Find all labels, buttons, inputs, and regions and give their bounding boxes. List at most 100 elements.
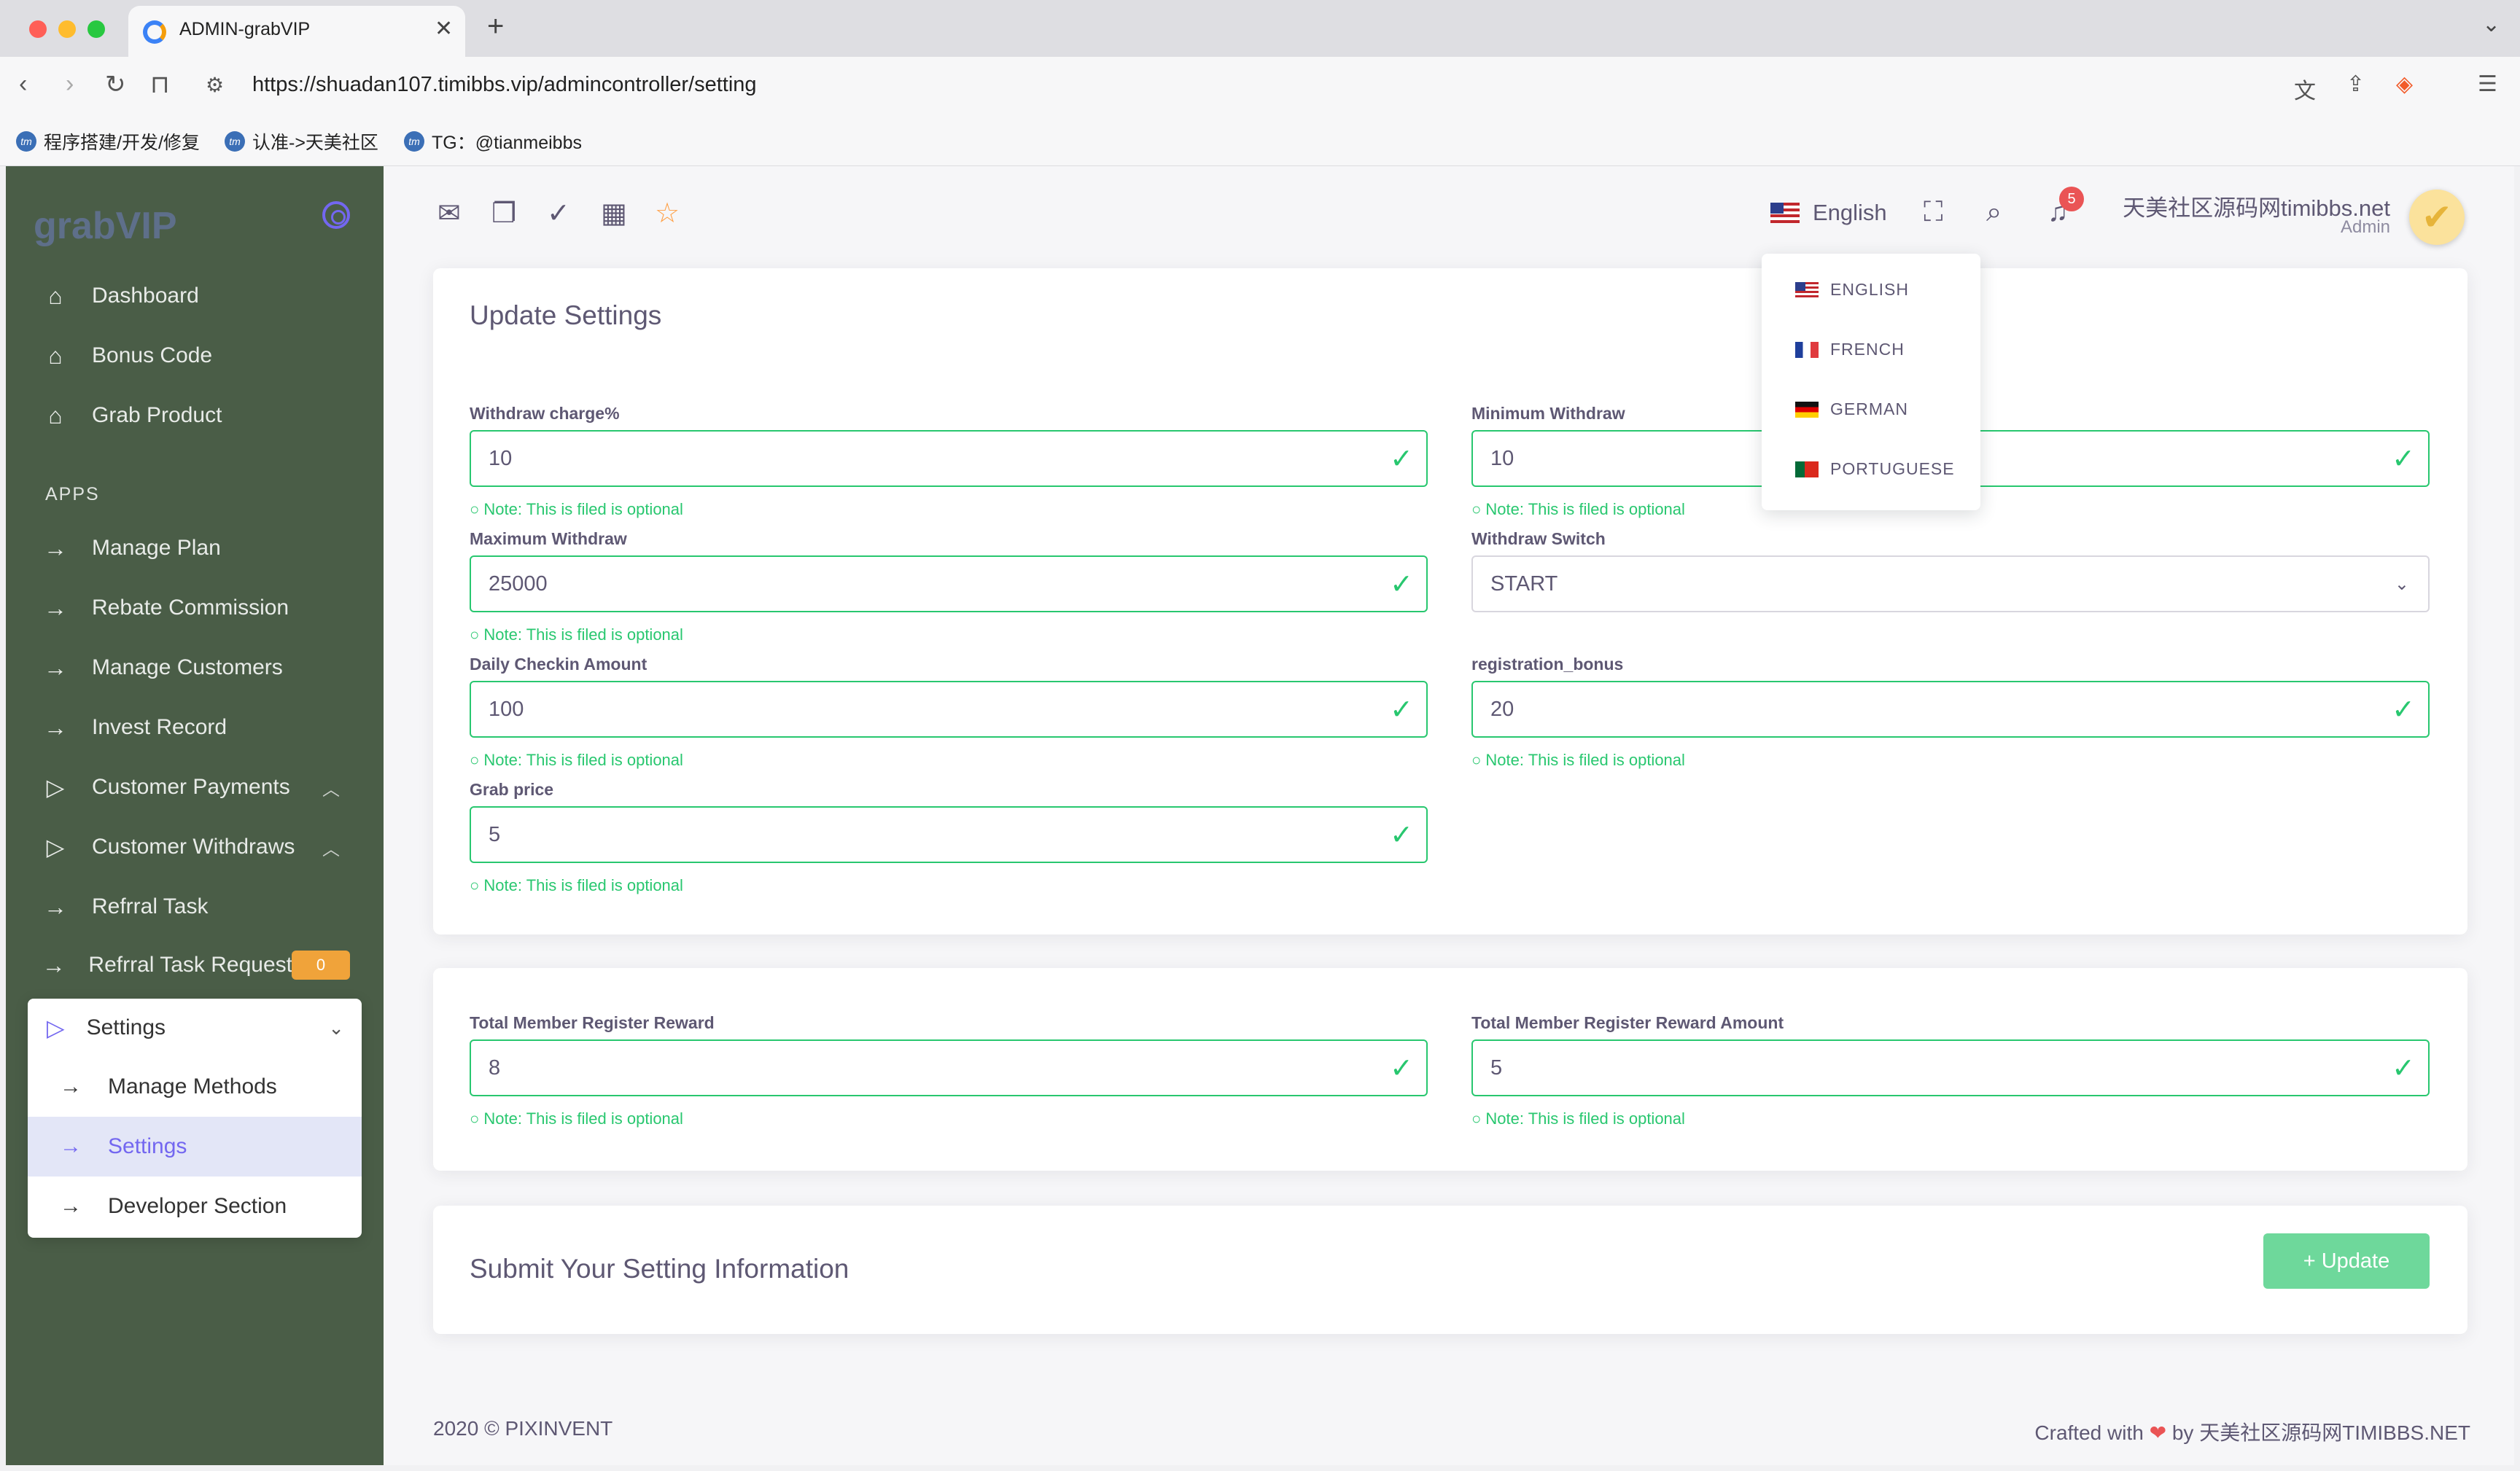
bookmark-icon: tm (404, 131, 424, 152)
check-icon: ✓ (2392, 694, 2415, 725)
check-icon: ✓ (1390, 819, 1413, 851)
total-member-reward-amount-input[interactable]: 5 ✓ (1471, 1039, 2430, 1096)
avatar[interactable]: ✔ (2409, 190, 2465, 245)
user-role: Admin (2340, 217, 2390, 237)
arrow-right-icon: → (44, 594, 67, 621)
sidebar-item-bonus-code[interactable]: ⌂ Bonus Code (41, 334, 362, 378)
sidebar-item-rebate-commission[interactable]: → Rebate Commission (41, 586, 362, 630)
field-label: Total Member Register Reward Amount (1471, 1013, 1784, 1032)
withdraw-switch-select[interactable]: START ⌄ (1471, 555, 2430, 612)
language-option-english[interactable]: ENGLISH (1795, 280, 1909, 300)
pt-flag-icon (1795, 461, 1819, 477)
favicon-icon (143, 20, 166, 44)
field-label: Withdraw Switch (1471, 529, 1606, 548)
brave-shield-icon[interactable]: ◈ (2396, 71, 2413, 97)
translate-icon[interactable]: 文 (2294, 73, 2316, 105)
language-option-portuguese[interactable]: PORTUGUESE (1795, 459, 1955, 479)
language-option-german[interactable]: GERMAN (1795, 399, 1908, 419)
sidebar-section-heading: APPS (45, 484, 100, 504)
withdraw-charge-input[interactable]: 10 ✓ (470, 430, 1428, 487)
bookmark-icon: tm (16, 131, 36, 152)
sidebar-item-dashboard[interactable]: ⌂ Dashboard (41, 274, 362, 318)
share-icon[interactable]: ⇪ (2346, 71, 2365, 97)
browser-tab[interactable]: ADMIN-grabVIP ✕ (128, 6, 465, 57)
daily-checkin-input[interactable]: 100 ✓ (470, 681, 1428, 738)
fullscreen-icon[interactable]: ⛶ (1924, 197, 1943, 228)
sidebar-item-invest-record[interactable]: → Invest Record (41, 706, 362, 749)
search-icon[interactable]: ⌕ (1986, 197, 2002, 228)
language-selector[interactable]: English (1770, 200, 1887, 226)
sidebar-item-manage-customers[interactable]: → Manage Customers (41, 646, 362, 690)
window-zoom-button[interactable] (88, 20, 105, 38)
sidebar-item-customer-withdraws[interactable]: ▷ Customer Withdraws ︿ (41, 825, 362, 869)
check-icon: ✓ (2392, 1053, 2415, 1084)
play-icon: ▷ (47, 1015, 65, 1041)
forward-icon[interactable]: › (66, 70, 74, 98)
field-note: ○ Note: This is filed is optional (470, 1109, 683, 1128)
address-bar[interactable]: https://shuadan107.timibbs.vip/admincont… (252, 73, 757, 97)
sidebar-item-settings-active[interactable]: → Settings (28, 1117, 362, 1177)
check-icon: ✓ (1390, 443, 1413, 475)
back-icon[interactable]: ‹ (19, 70, 27, 98)
menu-icon[interactable]: ☰ (2478, 71, 2497, 97)
sidebar-item-refrral-task-requests[interactable]: → Refrral Task Requests (41, 943, 303, 987)
arrow-right-icon: → (44, 714, 67, 741)
field-label: Grab price (470, 780, 554, 799)
field-label: registration_bonus (1471, 655, 1624, 674)
bookmark-icon[interactable]: ⊓ (150, 70, 170, 99)
reward-settings-card: Total Member Register Reward 8 ✓ ○ Note: … (433, 968, 2468, 1171)
close-icon[interactable]: ✕ (435, 16, 453, 42)
sidebar-item-grab-product[interactable]: ⌂ Grab Product (41, 394, 362, 437)
language-option-french[interactable]: FRENCH (1795, 340, 1905, 359)
count-badge: 0 (292, 951, 350, 980)
check-icon: ✓ (1390, 569, 1413, 600)
arrow-right-icon: → (60, 1074, 82, 1099)
play-icon: ▷ (46, 774, 65, 800)
update-button[interactable]: + Update (2263, 1233, 2430, 1289)
arrow-right-icon: → (60, 1194, 82, 1218)
arrow-right-icon: → (44, 893, 67, 920)
sidebar-item-developer-section[interactable]: → Developer Section (28, 1177, 362, 1236)
sidebar-item-manage-plan[interactable]: → Manage Plan (41, 526, 362, 570)
chevron-down-icon[interactable]: ⌄ (2482, 12, 2500, 37)
mail-icon[interactable]: ✉ (438, 197, 461, 230)
field-note: ○ Note: This is filed is optional (470, 876, 683, 894)
arrow-right-icon: → (44, 534, 67, 561)
sidebar-item-manage-methods[interactable]: → Manage Methods (28, 1057, 362, 1117)
window-close-button[interactable] (29, 20, 47, 38)
browser-tab-bar: ADMIN-grabVIP ✕ + ⌄ (0, 0, 2520, 57)
star-icon[interactable]: ☆ (655, 197, 680, 230)
footer-credit: Crafted with ❤ by 天美社区源码网TIMIBBS.NET (2034, 1421, 2470, 1444)
bookmark-item[interactable]: tm 认准->天美社区 (225, 128, 378, 155)
sidebar-item-settings[interactable]: ▷ Settings ⌄ (28, 999, 362, 1057)
bookmark-item[interactable]: tm TG：@tianmeibbs (404, 128, 582, 155)
field-note: ○ Note: This is filed is optional (1471, 751, 1685, 769)
field-label: Withdraw charge% (470, 404, 620, 423)
site-settings-icon[interactable]: ⚙ (206, 73, 224, 97)
sidebar-toggle-icon[interactable] (322, 201, 350, 229)
sidebar-item-customer-payments[interactable]: ▷ Customer Payments ︿ (41, 765, 362, 809)
grab-price-input[interactable]: 5 ✓ (470, 806, 1428, 863)
reload-icon[interactable]: ↻ (105, 70, 126, 99)
play-icon: ▷ (46, 834, 65, 860)
maximum-withdraw-input[interactable]: 25000 ✓ (470, 555, 1428, 612)
window-minimize-button[interactable] (58, 20, 76, 38)
bookmarks-bar: tm 程序搭建/开发/修复 tm 认准->天美社区 tm TG：@tianmeibbs (0, 118, 2520, 166)
field-note: ○ Note: This is filed is optional (1471, 500, 1685, 518)
chevron-up-icon: ︿ (322, 779, 340, 800)
total-member-reward-input[interactable]: 8 ✓ (470, 1039, 1428, 1096)
brand-logo[interactable]: grabVIP (34, 204, 177, 248)
field-label: Minimum Withdraw (1471, 404, 1625, 423)
check-circle-icon[interactable]: ✓ (547, 197, 570, 230)
arrow-right-icon: → (44, 654, 67, 681)
calendar-icon[interactable]: ▦ (601, 197, 627, 230)
sidebar-item-refrral-task[interactable]: → Refrral Task (41, 885, 362, 929)
field-note: ○ Note: This is filed is optional (470, 625, 683, 644)
chat-icon[interactable]: ❐ (491, 197, 516, 230)
new-tab-icon[interactable]: + (487, 10, 504, 43)
bookmark-item[interactable]: tm 程序搭建/开发/修复 (16, 128, 200, 155)
chevron-down-icon: ⌄ (2394, 574, 2409, 594)
sidebar-group-settings: ▷ Settings ⌄ → Manage Methods → Settings → De… (28, 999, 362, 1238)
registration-bonus-input[interactable]: 20 ✓ (1471, 681, 2430, 738)
de-flag-icon (1795, 401, 1819, 418)
